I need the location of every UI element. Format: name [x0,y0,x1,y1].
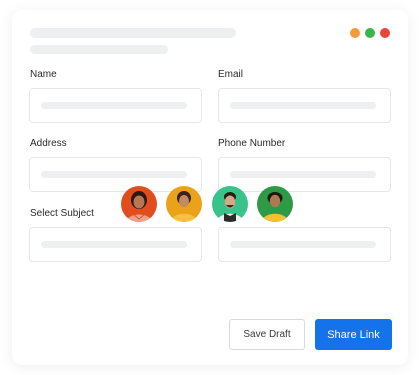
email-label: Email [218,69,244,80]
input-placeholder [230,241,376,248]
person-icon [212,186,248,222]
phone-label: Phone Number [218,138,286,149]
name-field[interactable] [29,88,202,123]
phone-field[interactable] [218,157,391,192]
form-card: Name Email Address Phone Number Select S… [12,10,408,365]
email-field[interactable] [218,88,391,123]
input-placeholder [230,171,376,178]
title-placeholder [30,28,236,38]
input-placeholder [41,171,187,178]
red-dot[interactable] [380,28,390,38]
subject-label: Select Subject [30,208,94,219]
person-icon [121,186,157,222]
orange-dot[interactable] [350,28,360,38]
save-draft-button[interactable]: Save Draft [229,319,305,350]
collaborator-avatar-1[interactable] [121,186,157,222]
collaborator-avatar-3[interactable] [212,186,248,222]
collaborator-avatar-4[interactable] [257,186,293,222]
subtitle-placeholder [30,45,168,54]
input-placeholder [230,102,376,109]
collaborator-avatar-2[interactable] [166,186,202,222]
subject-select[interactable] [29,227,202,262]
person-icon [257,186,293,222]
subject-field-2[interactable] [218,227,391,262]
name-label: Name [30,69,57,80]
address-label: Address [30,138,67,149]
share-link-button[interactable]: Share Link [315,319,392,350]
window-controls [350,28,390,38]
input-placeholder [41,102,187,109]
person-icon [166,186,202,222]
input-placeholder [41,241,187,248]
green-dot[interactable] [365,28,375,38]
